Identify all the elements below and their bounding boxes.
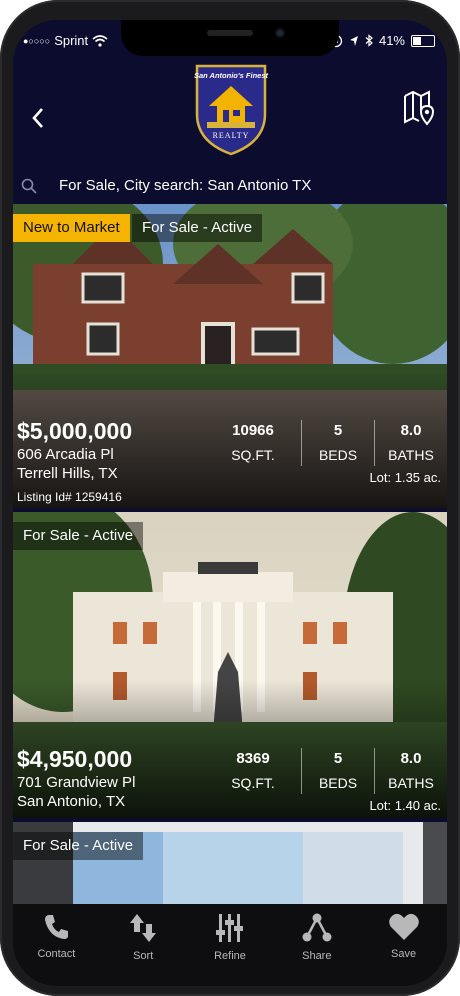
- share-icon: [302, 913, 332, 942]
- stat-beds: 5 BEDS: [301, 748, 374, 794]
- tab-share[interactable]: Share: [273, 904, 360, 986]
- sliders-icon: [215, 914, 243, 942]
- sqft-value: 8369: [236, 750, 270, 767]
- listing-stats: 10966 SQ.FT. 5 BEDS 8.0 BATHS: [205, 420, 447, 466]
- listing-address-line1: 701 Grandview Pl: [17, 774, 136, 791]
- sqft-label: SQ.FT.: [231, 775, 275, 791]
- tab-save[interactable]: Save: [360, 904, 447, 986]
- tab-bar: Contact Sort Refine Share Save: [13, 904, 447, 986]
- tab-save-label: Save: [391, 948, 417, 960]
- listing-address-line1: 606 Arcadia Pl: [17, 446, 114, 463]
- tab-refine-label: Refine: [214, 950, 246, 962]
- beds-value: 5: [333, 422, 343, 439]
- stat-sqft: 10966 SQ.FT.: [205, 420, 301, 466]
- listing-price: $5,000,000: [17, 418, 133, 444]
- baths-value: 8.0: [400, 750, 422, 767]
- carrier-name: Sprint: [54, 33, 89, 48]
- battery-icon: [411, 34, 435, 47]
- screen: ●○○○○ Sprint 41% San Antonio's Finest RE…: [13, 20, 447, 986]
- listing-id: Listing Id# 1259416: [17, 490, 122, 504]
- chevron-left-icon: [32, 108, 43, 128]
- phone-icon: [45, 915, 69, 939]
- notch: [121, 20, 339, 56]
- battery-percent: 41%: [378, 33, 405, 48]
- listing-address-line2: Terrell Hills, TX: [17, 465, 118, 482]
- listing-status-badge: For Sale - Active: [132, 214, 263, 242]
- listing-card[interactable]: For Sale - Active $4,950,000 701 Grandvi…: [13, 512, 447, 818]
- listing-status-badge: For Sale - Active: [13, 522, 144, 550]
- lot-size: Lot: 1.40 ac.: [369, 798, 441, 813]
- phone-frame: ●○○○○ Sprint 41% San Antonio's Finest RE…: [0, 0, 460, 996]
- listing-card[interactable]: For Sale - Active: [13, 822, 447, 904]
- listing-id: Listing Id# 1245829: [17, 816, 122, 818]
- tab-sort[interactable]: Sort: [100, 904, 187, 986]
- tab-refine[interactable]: Refine: [187, 904, 274, 986]
- back-button[interactable]: [31, 104, 45, 136]
- listing-status-badge: For Sale - Active: [13, 832, 144, 860]
- map-pin-icon: [404, 90, 435, 126]
- logo-bottom-text: REALTY: [213, 131, 250, 140]
- lot-size: Lot: 1.35 ac.: [369, 470, 441, 485]
- baths-label: BATHS: [388, 447, 434, 463]
- search-query: For Sale, City search: San Antonio TX: [59, 177, 312, 194]
- baths-label: BATHS: [388, 775, 434, 791]
- carrier-group: ●○○○○ Sprint: [23, 33, 108, 48]
- search-bar[interactable]: For Sale, City search: San Antonio TX: [13, 168, 447, 204]
- search-icon: [21, 178, 37, 194]
- speaker: [207, 30, 253, 36]
- listing-address-line2: San Antonio, TX: [17, 793, 126, 810]
- stat-beds: 5 BEDS: [301, 420, 374, 466]
- brand-logo: San Antonio's Finest REALTY: [193, 62, 269, 156]
- beds-label: BEDS: [318, 775, 358, 791]
- wifi-icon: [92, 34, 108, 47]
- listing-card[interactable]: New to Market For Sale - Active $5,000,0…: [13, 204, 447, 508]
- tab-share-label: Share: [302, 950, 332, 962]
- location-arrow-icon: [349, 35, 358, 46]
- status-right: 41%: [329, 33, 435, 48]
- sort-icon: [130, 914, 157, 942]
- listing-price: $4,950,000: [17, 746, 133, 772]
- new-to-market-badge: New to Market: [13, 214, 130, 242]
- logo-top-text: San Antonio's Finest: [194, 71, 269, 80]
- sqft-label: SQ.FT.: [231, 447, 275, 463]
- sqft-value: 10966: [232, 422, 274, 439]
- listing-stats: 8369 SQ.FT. 5 BEDS 8.0 BATHS: [205, 748, 447, 794]
- beds-value: 5: [333, 750, 343, 767]
- heart-icon: [388, 913, 419, 940]
- tab-contact-label: Contact: [37, 948, 76, 960]
- stat-sqft: 8369 SQ.FT.: [205, 748, 301, 794]
- signal-dots-icon: ●○○○○: [23, 35, 51, 46]
- map-view-button[interactable]: [403, 90, 437, 130]
- front-camera: [275, 28, 285, 38]
- tab-contact[interactable]: Contact: [13, 904, 100, 986]
- baths-value: 8.0: [400, 422, 422, 439]
- bluetooth-icon: [365, 34, 373, 47]
- tab-sort-label: Sort: [133, 950, 154, 962]
- nav-bar: San Antonio's Finest REALTY: [13, 56, 447, 166]
- stat-baths: 8.0 BATHS: [374, 748, 447, 794]
- beds-label: BEDS: [318, 447, 358, 463]
- stat-baths: 8.0 BATHS: [374, 420, 447, 466]
